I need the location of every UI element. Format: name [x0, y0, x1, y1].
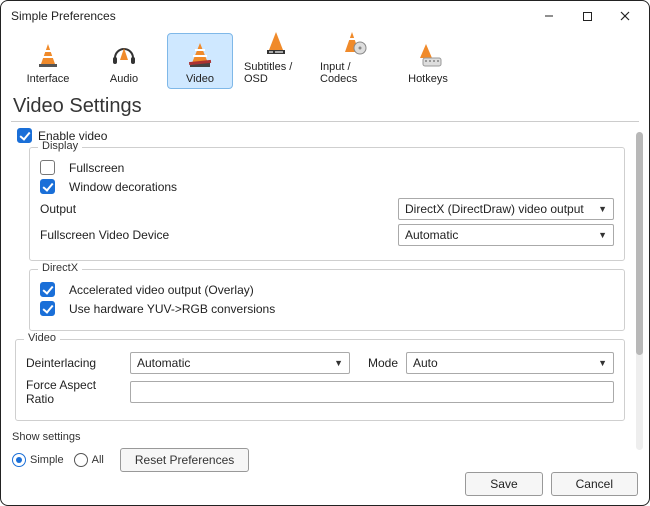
tab-label: Video	[186, 73, 214, 85]
divider	[11, 121, 639, 122]
output-select[interactable]: DirectX (DirectDraw) video output ▼	[398, 198, 614, 220]
mode-label: Mode	[362, 356, 398, 370]
yuv-rgb-checkbox[interactable]: Use hardware YUV->RGB conversions	[40, 301, 614, 316]
chevron-down-icon: ▼	[598, 230, 607, 240]
cone-icon	[33, 42, 63, 71]
group-legend: DirectX	[38, 262, 82, 274]
checkbox-label: Use hardware YUV->RGB conversions	[69, 302, 275, 316]
tab-interface[interactable]: Interface	[15, 33, 81, 89]
mode-select[interactable]: Auto ▼	[406, 352, 614, 374]
checkbox-icon	[40, 301, 55, 316]
deinterlacing-select[interactable]: Automatic ▼	[130, 352, 350, 374]
force-aspect-label: Force Aspect Ratio	[26, 378, 122, 406]
close-button[interactable]	[607, 3, 643, 29]
checkbox-icon	[17, 128, 32, 143]
window-decorations-checkbox[interactable]: Window decorations	[40, 179, 614, 194]
category-tabs: Interface Audio Video Subtitles / OSD In…	[1, 31, 649, 93]
radio-label: All	[92, 454, 104, 466]
tab-label: Hotkeys	[408, 73, 448, 85]
window-title: Simple Preferences	[11, 9, 116, 23]
window-controls	[531, 3, 643, 29]
button-label: Save	[490, 477, 517, 491]
output-label: Output	[40, 202, 390, 216]
display-group: Display Fullscreen Window decorations Ou…	[29, 147, 625, 261]
tab-label: Input / Codecs	[320, 61, 384, 85]
show-all-radio[interactable]: All	[74, 453, 104, 467]
button-label: Cancel	[576, 477, 613, 491]
deinterlace-row: Deinterlacing Automatic ▼ Mode Auto ▼	[26, 352, 614, 374]
tab-label: Audio	[110, 73, 138, 85]
scrollbar[interactable]	[636, 132, 643, 450]
radio-icon	[74, 453, 88, 467]
reset-preferences-button[interactable]: Reset Preferences	[120, 448, 249, 472]
accelerated-output-checkbox[interactable]: Accelerated video output (Overlay)	[40, 282, 614, 297]
tab-hotkeys[interactable]: Hotkeys	[395, 33, 461, 89]
checkbox-icon	[40, 160, 55, 175]
select-value: Auto	[413, 356, 438, 370]
directx-group: DirectX Accelerated video output (Overla…	[29, 269, 625, 331]
fullscreen-device-label: Fullscreen Video Device	[40, 228, 390, 242]
subtitles-cone-icon	[261, 30, 291, 59]
tab-audio[interactable]: Audio	[91, 33, 157, 89]
deinterlacing-label: Deinterlacing	[26, 356, 122, 370]
fullscreen-device-row: Fullscreen Video Device Automatic ▼	[40, 224, 614, 246]
select-value: Automatic	[137, 356, 190, 370]
show-settings-group: Show settings Simple All Reset Preferenc…	[12, 431, 249, 472]
group-legend: Video	[24, 332, 60, 344]
fullscreen-checkbox[interactable]: Fullscreen	[40, 160, 614, 175]
content-scroll: Enable video Display Fullscreen Window d…	[11, 126, 631, 456]
chevron-down-icon: ▼	[598, 204, 607, 214]
tab-input-codecs[interactable]: Input / Codecs	[319, 33, 385, 89]
headphones-cone-icon	[109, 42, 139, 71]
chevron-down-icon: ▼	[334, 358, 343, 368]
keyboard-cone-icon	[413, 42, 443, 71]
radio-label: Simple	[30, 454, 64, 466]
chevron-down-icon: ▼	[598, 358, 607, 368]
page-title: Video Settings	[1, 93, 649, 118]
group-legend: Display	[38, 140, 82, 152]
clapper-cone-icon	[185, 42, 215, 71]
scrollbar-thumb[interactable]	[636, 132, 643, 355]
tab-subtitles[interactable]: Subtitles / OSD	[243, 33, 309, 89]
close-icon	[619, 10, 631, 22]
minimize-icon	[543, 10, 555, 22]
show-simple-radio[interactable]: Simple	[12, 453, 64, 467]
tab-video[interactable]: Video	[167, 33, 233, 89]
maximize-button[interactable]	[569, 3, 605, 29]
checkbox-label: Fullscreen	[69, 161, 124, 175]
show-settings-label: Show settings	[12, 431, 249, 443]
tab-label: Subtitles / OSD	[244, 61, 308, 85]
tab-label: Interface	[27, 73, 70, 85]
select-value: Automatic	[405, 228, 458, 242]
checkbox-label: Accelerated video output (Overlay)	[69, 283, 254, 297]
checkbox-icon	[40, 179, 55, 194]
video-group: Video Deinterlacing Automatic ▼ Mode Aut…	[15, 339, 625, 421]
radio-icon	[12, 453, 26, 467]
bottom-bar: Show settings Simple All Reset Preferenc…	[0, 452, 650, 506]
disc-cone-icon	[337, 30, 367, 59]
cancel-button[interactable]: Cancel	[551, 472, 638, 496]
content-area: Enable video Display Fullscreen Window d…	[1, 126, 649, 456]
fullscreen-device-select[interactable]: Automatic ▼	[398, 224, 614, 246]
force-aspect-row: Force Aspect Ratio	[26, 378, 614, 406]
enable-video-checkbox[interactable]: Enable video	[17, 128, 627, 143]
title-bar: Simple Preferences	[1, 1, 649, 31]
maximize-icon	[582, 11, 593, 22]
checkbox-label: Window decorations	[69, 180, 177, 194]
checkbox-icon	[40, 282, 55, 297]
save-button[interactable]: Save	[465, 472, 542, 496]
force-aspect-input[interactable]	[130, 381, 614, 403]
output-row: Output DirectX (DirectDraw) video output…	[40, 198, 614, 220]
minimize-button[interactable]	[531, 3, 567, 29]
button-label: Reset Preferences	[135, 453, 234, 467]
select-value: DirectX (DirectDraw) video output	[405, 202, 584, 216]
